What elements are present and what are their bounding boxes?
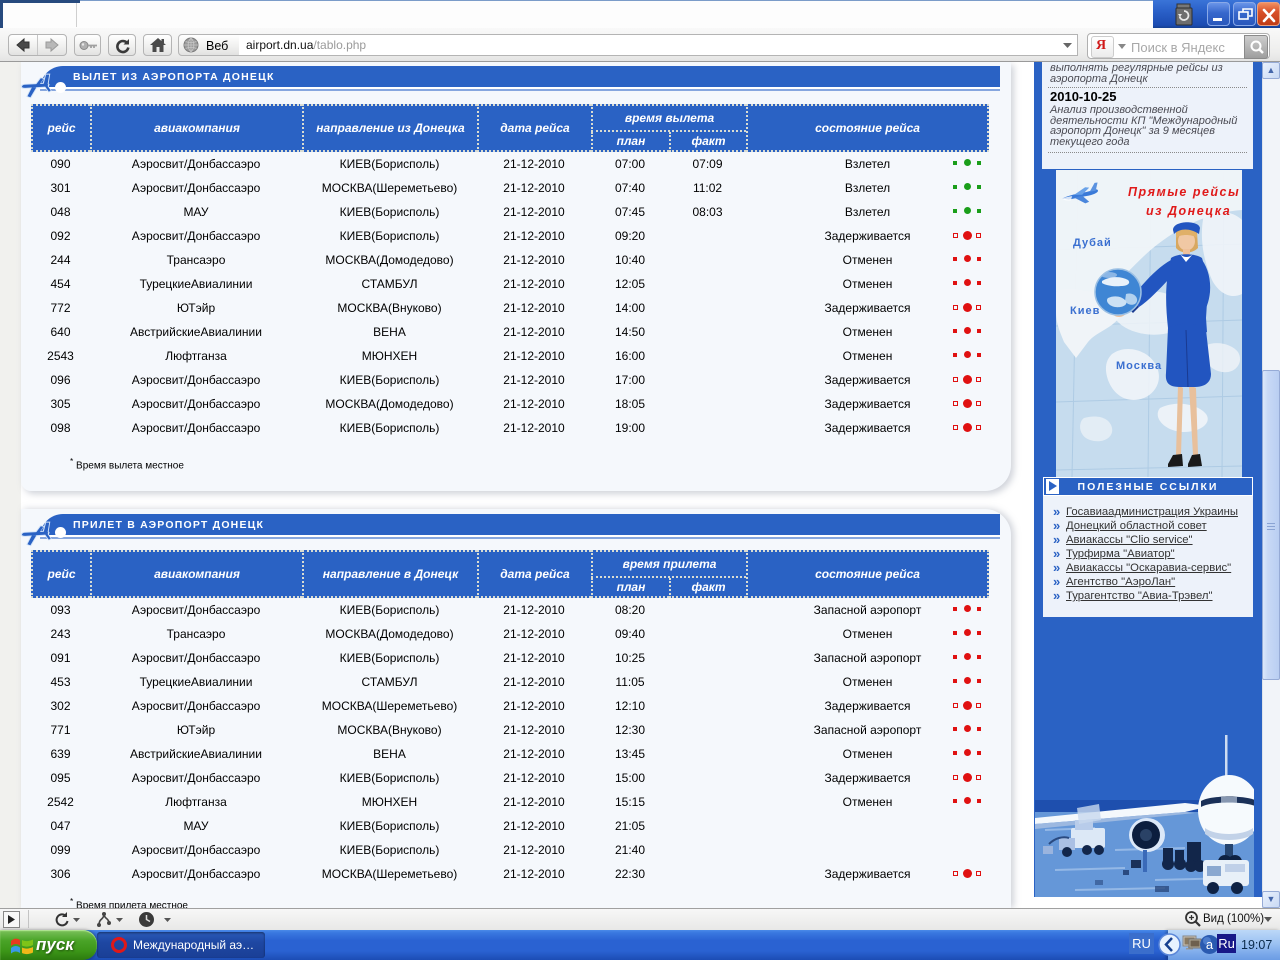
svg-text:a: a <box>1206 937 1214 952</box>
svg-text:из Донецка: из Донецка <box>1146 204 1231 218</box>
svg-text:Прямые рейсы: Прямые рейсы <box>1128 185 1240 199</box>
svg-text:Дубай: Дубай <box>1073 237 1112 249</box>
svg-text:Москва: Москва <box>1116 360 1162 372</box>
svg-text:Киев: Киев <box>1070 305 1100 317</box>
